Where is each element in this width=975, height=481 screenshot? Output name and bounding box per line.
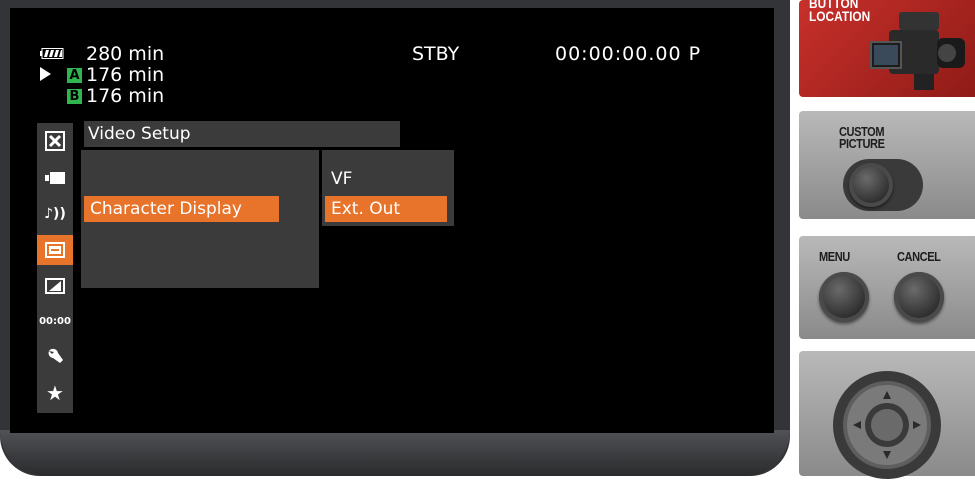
menu-item-character-display[interactable]: Character Display	[84, 196, 279, 222]
submenu-item-ext-out[interactable]: Ext. Out	[325, 196, 447, 222]
play-icon	[40, 67, 51, 81]
timecode-icon-glyph: 00:00	[39, 315, 71, 327]
joystick-icon[interactable]	[831, 369, 943, 481]
slot-b-time: 176 min	[86, 85, 165, 107]
custom-picture-button[interactable]	[849, 163, 893, 207]
slot-a-badge: A	[67, 68, 82, 83]
mode-status: STBY	[412, 43, 460, 65]
lcd-bezel-bottom	[0, 430, 790, 476]
menu-title: Video Setup	[88, 124, 191, 144]
submenu-panel: VF Ext. Out	[322, 150, 454, 226]
menu-title-bar: Video Setup	[84, 121, 400, 147]
close-icon[interactable]	[37, 126, 73, 156]
slot-b-badge: B	[67, 89, 82, 104]
timecode-icon[interactable]: 00:00	[37, 306, 73, 336]
star-glyph: ★	[46, 381, 64, 405]
audio-icon[interactable]: ♪))	[37, 199, 73, 229]
submenu-item-vf[interactable]: VF	[325, 166, 447, 192]
video-setup-icon[interactable]	[37, 235, 73, 265]
custom-picture-label-2: PICTURE	[839, 136, 885, 151]
menu-category-column: ♪)) 00:00 ★	[37, 123, 73, 413]
timecode: 00:00:00.00 P	[555, 43, 702, 65]
slot-a-time: 176 min	[86, 64, 165, 86]
camera-icon[interactable]	[37, 163, 73, 193]
menu-cancel-panel: MENU CANCEL	[799, 236, 975, 339]
battery-icon	[40, 48, 64, 59]
cancel-button-label: CANCEL	[897, 249, 941, 264]
audio-icon-glyph: ♪))	[44, 206, 66, 222]
lcd-screen: 280 min A 176 min B 176 min STBY 00:00:0…	[10, 8, 774, 433]
lcd-setup-icon[interactable]	[37, 271, 73, 301]
joystick-panel	[799, 351, 975, 479]
menu-panel: Character Display	[81, 150, 319, 288]
battery-time: 280 min	[86, 43, 165, 65]
my-menu-icon[interactable]: ★	[37, 378, 73, 408]
button-location-panel: BUTTON LOCATION	[799, 0, 975, 97]
custom-picture-panel: CUSTOM PICTURE	[799, 111, 975, 219]
menu-button[interactable]	[819, 272, 869, 322]
menu-button-label: MENU	[819, 249, 850, 264]
cancel-button[interactable]	[894, 272, 944, 322]
camera-thumbnail-icon	[870, 12, 965, 90]
system-setup-icon[interactable]	[37, 342, 73, 372]
